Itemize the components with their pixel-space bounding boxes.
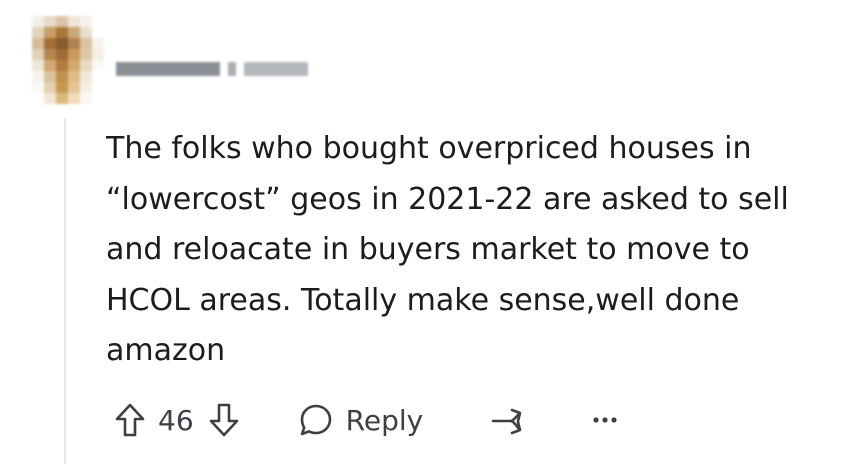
- downvote-arrow-icon[interactable]: [208, 402, 240, 438]
- reply-label: Reply: [345, 403, 424, 437]
- avatar[interactable]: [32, 16, 104, 104]
- reply-button[interactable]: Reply: [298, 402, 424, 438]
- speech-bubble-icon: [298, 402, 334, 438]
- more-dots-icon[interactable]: [591, 414, 619, 426]
- share-arrow-icon[interactable]: [489, 402, 527, 438]
- comment-action-bar: 46 Reply: [114, 398, 619, 442]
- vote-count: 46: [158, 403, 194, 437]
- upvote-arrow-icon[interactable]: [114, 402, 146, 438]
- comment-body: The folks who bought overpriced houses i…: [106, 131, 789, 368]
- username-redacted[interactable]: [116, 58, 308, 80]
- thread-line[interactable]: [64, 118, 66, 464]
